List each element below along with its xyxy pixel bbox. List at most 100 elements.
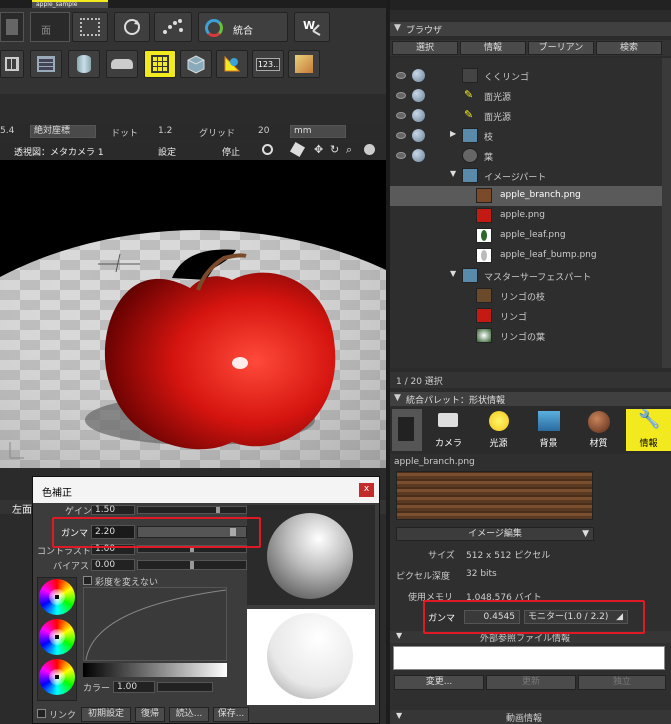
color-wheel-1[interactable] [39,579,75,615]
image-preview [396,471,593,520]
tree-item[interactable]: ▼ マスターサーフェスパート [390,266,660,286]
tree-item[interactable]: apple_leaf_bump.png [390,246,660,266]
tab-background[interactable]: 背景 [526,409,571,451]
coord-bar: 5.4 絶対座標 ドット 1.2 グリッド 20 mm [0,124,386,140]
coord-mode-select[interactable]: 絶対座標 [30,125,96,138]
tree-item[interactable]: 葉 [390,146,660,166]
browser-menu-info[interactable]: 情報 [460,41,526,55]
bias-field[interactable]: 0.00 [91,559,135,571]
restore-button[interactable]: 復帰 [135,707,165,722]
calendar-icon[interactable] [30,50,62,78]
palette-tool-icon[interactable] [392,409,422,451]
dialog-close-button[interactable]: x [359,483,374,497]
merge-icon [205,19,223,37]
eye-icon[interactable] [396,92,406,99]
tree-item[interactable]: apple_leaf.png [390,226,660,246]
render-ball-icon[interactable] [412,149,425,162]
image-thumb [476,188,492,203]
zoom-icon[interactable]: ⌕ [346,143,352,157]
merge-button[interactable]: 統合 [198,12,288,42]
perspective-viewport[interactable] [0,160,386,468]
tree-scrollbar[interactable] [662,58,671,368]
tree-item[interactable]: apple.png [390,206,660,226]
tree-item[interactable]: リンゴ [390,306,660,326]
eye-icon[interactable] [396,132,406,139]
points-icon[interactable] [154,12,192,42]
keep-saturation-checkbox[interactable] [83,576,92,585]
tree-item[interactable]: リンゴの枝 [390,286,660,306]
document-tab[interactable]: apple_sample [32,0,108,8]
render-ball-icon[interactable] [412,109,425,122]
browser-menu-select[interactable]: 選択 [392,41,458,55]
color-slider[interactable] [157,682,213,692]
render-ball-icon[interactable] [412,129,425,142]
image-edit-icon[interactable] [216,50,248,78]
render-ball-icon[interactable] [412,89,425,102]
tree-item[interactable]: ✎ 面光源 [390,86,660,106]
sphere-view-icon[interactable] [364,144,375,155]
tree-item-selected[interactable]: apple_branch.png [390,186,671,206]
tab-light[interactable]: 光源 [476,409,521,451]
light-icon: ✎ [464,108,474,121]
change-button[interactable]: 変更... [394,675,484,690]
update-button[interactable]: 更新 [486,675,576,690]
link-checkbox[interactable] [37,709,46,718]
grid-view-icon[interactable] [0,50,24,78]
gain-slider[interactable] [137,506,247,514]
gain-field[interactable]: 1.50 [91,505,135,515]
preview-after [247,609,375,705]
globe-icon [462,148,478,163]
browser-menu-search[interactable]: 検索 [596,41,662,55]
eye-icon[interactable] [396,112,406,119]
animation-info-header[interactable]: ▼ 動画情報 [390,710,671,724]
preview-before [247,505,375,605]
w-tool-icon[interactable]: W [294,12,330,42]
independent-button[interactable]: 独立 [578,675,666,690]
browser-tree: くくリンゴ ✎ 面光源 ✎ 面光源 ▶ 枝 葉 ▼ イメージパート apple_bran… [390,58,671,368]
stop-button[interactable]: 停止 [222,145,240,158]
move-icon[interactable]: ✥ [314,143,323,156]
eye-icon[interactable] [396,152,406,159]
tab-info[interactable]: 🔧 情報 [626,409,671,451]
face-button[interactable]: 面 [30,12,70,42]
tab-camera[interactable]: カメラ [426,409,471,451]
load-button[interactable]: 読込... [169,707,209,722]
rotate-icon[interactable] [114,12,150,42]
light-icon: ✎ [464,88,474,101]
bias-slider[interactable] [137,560,247,570]
target-icon[interactable] [262,144,273,155]
material-thumb [476,328,492,343]
view-select[interactable]: 透視図：メタカメラ 1 [14,145,104,158]
external-file-path[interactable] [393,646,665,670]
image-thumb [476,228,492,243]
color-value-field[interactable]: 1.00 [113,681,155,693]
tree-item[interactable]: リンゴの葉 [390,326,660,346]
cylinder-icon[interactable] [68,50,100,78]
color-wheel-3[interactable] [39,659,75,695]
tree-item[interactable]: ✎ 面光源 [390,106,660,126]
shape-gray-icon[interactable] [0,12,24,42]
rotate-view-icon[interactable]: ↻ [330,143,339,156]
render-ball-icon[interactable] [412,69,425,82]
tree-item[interactable]: ▶ 枝 [390,126,660,146]
cube-view-icon[interactable] [289,141,306,158]
tree-item[interactable]: ▼ イメージパート [390,166,660,186]
browser-menu-boolean[interactable]: ブーリアン [528,41,594,55]
tone-curve[interactable] [83,587,227,661]
save-button[interactable]: 保存... [213,707,249,722]
car-icon[interactable] [106,50,138,78]
image-thumb [476,248,492,263]
uv-grid-icon[interactable] [144,50,176,78]
tab-material[interactable]: 材質 [576,409,621,451]
image-edit-select[interactable]: イメージ編集 ▼ [396,527,594,541]
numeric-input-icon[interactable]: 123.. [252,50,284,78]
texture-tool-icon[interactable] [288,50,320,78]
unit-select[interactable]: mm [290,125,346,138]
eye-icon[interactable] [396,72,406,79]
view-settings[interactable]: 設定 [158,145,176,158]
color-wheel-2[interactable] [39,619,75,655]
cube-icon[interactable] [180,50,212,78]
init-button[interactable]: 初期設定 [81,707,131,722]
tree-item[interactable]: くくリンゴ [390,66,660,86]
select-frame-icon[interactable] [72,12,108,42]
